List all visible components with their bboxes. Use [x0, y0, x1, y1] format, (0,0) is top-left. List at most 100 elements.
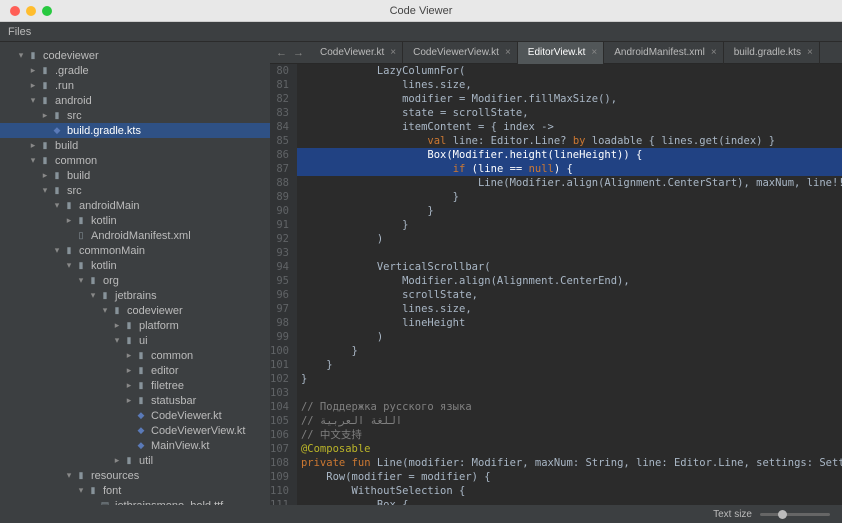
code-line[interactable]: lines.size, [301, 78, 842, 92]
tree-node[interactable]: ▾▮ui [0, 333, 270, 348]
tree-node[interactable]: ▾▮org [0, 273, 270, 288]
tree-node[interactable]: ▾▮codeviewer [0, 303, 270, 318]
text-size-slider[interactable] [760, 513, 830, 516]
tree-node[interactable]: ▸▮platform [0, 318, 270, 333]
chevron-down-icon[interactable]: ▾ [76, 485, 86, 496]
chevron-right-icon[interactable]: ▸ [124, 350, 134, 361]
tree-node[interactable]: ◆CodeViewerView.kt [0, 423, 270, 438]
code-line[interactable]: ) [301, 232, 842, 246]
tree-node[interactable]: ▾▮commonMain [0, 243, 270, 258]
tree-node[interactable]: ▾▮resources [0, 468, 270, 483]
close-window-button[interactable] [10, 6, 20, 16]
tree-node[interactable]: ▾▮jetbrains [0, 288, 270, 303]
code-line[interactable]: lines.size, [301, 302, 842, 316]
tree-node[interactable]: ▸▮util [0, 453, 270, 468]
code-line[interactable]: Line(Modifier.align(Alignment.CenterStar… [301, 176, 842, 190]
tree-node[interactable]: ▾▮font [0, 483, 270, 498]
tree-node[interactable]: ▾▮codeviewer [0, 48, 270, 63]
code-editor[interactable]: 8081828384858687888990919293949596979899… [270, 64, 842, 505]
code-line[interactable]: Box { [301, 498, 842, 505]
file-tree[interactable]: ▾▮codeviewer▸▮.gradle▸▮.run▾▮android▸▮sr… [0, 42, 270, 505]
chevron-down-icon[interactable]: ▾ [112, 335, 122, 346]
tree-node[interactable]: ▸▮src [0, 108, 270, 123]
tree-node[interactable]: ▸▮.run [0, 78, 270, 93]
code-line[interactable]: val line: Editor.Line? by loadable { lin… [301, 134, 842, 148]
code-line[interactable]: if (line == null) { [297, 162, 842, 176]
tree-node[interactable]: ▸▮filetree [0, 378, 270, 393]
chevron-right-icon[interactable]: ▸ [40, 170, 50, 181]
code-line[interactable]: itemContent = { index -> [301, 120, 842, 134]
chevron-right-icon[interactable]: ▸ [124, 395, 134, 406]
chevron-down-icon[interactable]: ▾ [52, 245, 62, 256]
code-line[interactable]: WithoutSelection { [301, 484, 842, 498]
minimize-window-button[interactable] [26, 6, 36, 16]
tree-node[interactable]: ▸▮.gradle [0, 63, 270, 78]
close-tab-icon[interactable]: × [711, 47, 717, 58]
editor-tab[interactable]: CodeViewerView.kt× [403, 42, 518, 64]
code-line[interactable]: } [301, 372, 842, 386]
tree-node[interactable]: ▾▮src [0, 183, 270, 198]
editor-tab[interactable]: CodeViewer.kt× [310, 42, 403, 64]
chevron-right-icon[interactable]: ▸ [28, 140, 38, 151]
tree-node[interactable]: ▸▮editor [0, 363, 270, 378]
tree-node[interactable]: ▸▮statusbar [0, 393, 270, 408]
code-line[interactable]: modifier = Modifier.fillMaxSize(), [301, 92, 842, 106]
code-line[interactable]: Row(modifier = modifier) { [301, 470, 842, 484]
chevron-right-icon[interactable]: ▸ [124, 365, 134, 376]
chevron-down-icon[interactable]: ▾ [28, 155, 38, 166]
code-body[interactable]: LazyColumnFor( lines.size, modifier = Mo… [297, 64, 842, 505]
code-line[interactable]: lineHeight [301, 316, 842, 330]
editor-tab[interactable]: EditorView.kt× [518, 42, 604, 64]
chevron-right-icon[interactable]: ▸ [40, 110, 50, 121]
tree-node[interactable]: ▾▮androidMain [0, 198, 270, 213]
code-line[interactable]: // Поддержка русского языка [301, 400, 842, 414]
tree-node[interactable]: ▸▮build [0, 168, 270, 183]
close-tab-icon[interactable]: × [390, 47, 396, 58]
code-line[interactable]: // 中文支持 [301, 428, 842, 442]
tree-node[interactable]: ▾▮kotlin [0, 258, 270, 273]
close-tab-icon[interactable]: × [505, 47, 511, 58]
chevron-down-icon[interactable]: ▾ [64, 470, 74, 481]
close-tab-icon[interactable]: × [807, 47, 813, 58]
code-line[interactable]: @Composable [301, 442, 842, 456]
tree-node[interactable]: ▸▮kotlin [0, 213, 270, 228]
tree-node[interactable]: ▸▮build [0, 138, 270, 153]
code-line[interactable]: ) [301, 330, 842, 344]
chevron-right-icon[interactable]: ▸ [112, 455, 122, 466]
tree-node[interactable]: ▾▮common [0, 153, 270, 168]
slider-knob[interactable] [778, 510, 787, 519]
code-line[interactable]: state = scrollState, [301, 106, 842, 120]
tree-node[interactable]: ▯AndroidManifest.xml [0, 228, 270, 243]
code-line[interactable]: private fun Line(modifier: Modifier, max… [301, 456, 842, 470]
chevron-right-icon[interactable]: ▸ [124, 380, 134, 391]
close-tab-icon[interactable]: × [591, 47, 597, 58]
tree-node[interactable]: ▤jetbrainsmono_bold.ttf [0, 498, 270, 505]
chevron-down-icon[interactable]: ▾ [64, 260, 74, 271]
code-line[interactable]: LazyColumnFor( [301, 64, 842, 78]
chevron-down-icon[interactable]: ▾ [76, 275, 86, 286]
maximize-window-button[interactable] [42, 6, 52, 16]
chevron-down-icon[interactable]: ▾ [100, 305, 110, 316]
tree-node[interactable]: ▾▮android [0, 93, 270, 108]
code-line[interactable]: } [301, 358, 842, 372]
code-line[interactable]: // اللغة العربية [301, 414, 842, 428]
code-line[interactable]: Box(Modifier.height(lineHeight)) { [297, 148, 842, 162]
chevron-right-icon[interactable]: ▸ [28, 80, 38, 91]
nav-forward-icon[interactable]: → [293, 47, 304, 59]
chevron-down-icon[interactable]: ▾ [88, 290, 98, 301]
chevron-down-icon[interactable]: ▾ [52, 200, 62, 211]
chevron-down-icon[interactable]: ▾ [28, 95, 38, 106]
code-line[interactable]: } [301, 218, 842, 232]
chevron-down-icon[interactable]: ▾ [40, 185, 50, 196]
chevron-right-icon[interactable]: ▸ [64, 215, 74, 226]
code-line[interactable]: scrollState, [301, 288, 842, 302]
code-line[interactable] [301, 246, 842, 260]
code-line[interactable]: } [301, 204, 842, 218]
code-line[interactable]: Modifier.align(Alignment.CenterEnd), [301, 274, 842, 288]
editor-tab[interactable]: build.gradle.kts× [724, 42, 820, 64]
code-line[interactable]: } [301, 344, 842, 358]
editor-tab[interactable]: AndroidManifest.xml× [604, 42, 723, 64]
chevron-down-icon[interactable]: ▾ [16, 50, 26, 61]
nav-back-icon[interactable]: ← [276, 47, 287, 59]
code-line[interactable] [301, 386, 842, 400]
